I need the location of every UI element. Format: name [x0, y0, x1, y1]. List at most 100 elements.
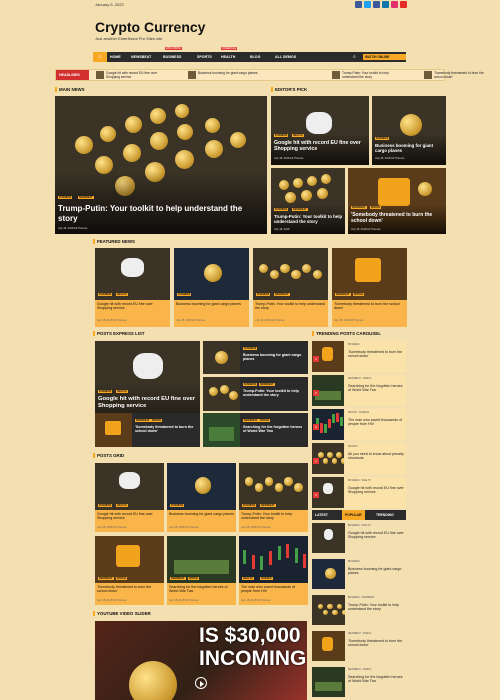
category-tag[interactable]: WORLD — [259, 419, 271, 422]
grid-card[interactable]: 'Somebody threatened to burn the school … — [95, 583, 164, 605]
search-icon[interactable]: ⌕ — [353, 52, 360, 62]
category-tag[interactable]: BUSINESS — [58, 196, 73, 199]
facebook-icon[interactable] — [355, 1, 362, 8]
latest-item[interactable]: BUSINESS Business booming for giant cargo… — [312, 559, 406, 589]
editors-pick-image[interactable] — [348, 168, 446, 234]
post-thumbnail[interactable] — [239, 536, 308, 583]
category-tag[interactable]: BUSINESS — [242, 504, 257, 507]
instagram-icon[interactable] — [391, 1, 398, 8]
category-tag[interactable]: HEALTH — [116, 504, 128, 507]
express-list-item[interactable]: NEWSBEAT WORLD Searching for the forgott… — [203, 413, 308, 447]
trending-item[interactable]: 3 HEALTH · SCIENCE The man who saved thous… — [312, 409, 406, 440]
category-tag[interactable]: NEWSBEAT — [98, 577, 114, 580]
trending-item[interactable]: 2 NEWSBEAT · WORLD Searching for the forgo… — [312, 375, 406, 406]
category-tag[interactable]: BUSINESS — [177, 293, 192, 296]
post-thumbnail[interactable] — [167, 463, 236, 510]
post-title[interactable]: Business booming for giant cargo planes — [169, 512, 234, 516]
category-tag[interactable]: NEWSBEAT — [135, 419, 151, 422]
post-title[interactable]: Trump-Putin: Your toolkit to help unders… — [243, 389, 305, 398]
category-tag[interactable]: WORLD — [353, 293, 365, 296]
category-tag[interactable]: SCIENCE — [260, 577, 273, 580]
play-icon[interactable] — [195, 677, 207, 689]
post-title[interactable]: Google hit with record EU fine over Shop… — [274, 140, 368, 152]
express-list-item[interactable]: BUSINESS NEWSBEAT Trump-Putin: Your tool… — [203, 377, 308, 411]
post-title[interactable]: 'Somebody threatened to burn the school … — [351, 212, 445, 224]
editors-pick-image[interactable] — [372, 96, 446, 165]
category-tag[interactable]: BUSINESS — [98, 390, 113, 393]
featured-card[interactable]: Business booming for giant cargo planes J… — [174, 300, 249, 327]
category-tag[interactable]: NEWSBEAT — [335, 293, 351, 296]
category-tag[interactable]: BUSINESS — [170, 504, 185, 507]
tab-latest[interactable]: LATEST — [315, 510, 328, 520]
post-title[interactable]: Trump-Putin: Your toolkit to help unders… — [241, 512, 306, 521]
watch-online-button[interactable]: WATCH ONLINE — [363, 54, 406, 60]
editors-pick-image[interactable] — [271, 96, 369, 165]
youtube-icon[interactable] — [400, 1, 407, 8]
post-title[interactable]: Business booming for giant cargo planes — [176, 302, 247, 306]
featured-card[interactable]: Trump-Putin: Your toolkit to help unders… — [253, 300, 328, 327]
nav-home[interactable]: HOME — [110, 52, 121, 62]
post-title[interactable]: Google hit with record EU fine over Shop… — [97, 512, 162, 521]
category-tag[interactable]: NEWSBEAT — [170, 577, 186, 580]
grid-card[interactable]: Google hit with record EU fine over Shop… — [95, 510, 164, 532]
featured-card[interactable]: Google hit with record EU fine over Shop… — [95, 300, 170, 327]
post-title[interactable]: Searching for the forgotten heroes of Wo… — [348, 384, 404, 393]
category-tag[interactable]: BUSINESS — [274, 134, 289, 137]
post-title[interactable]: Google hit with record EU fine over Shop… — [97, 302, 168, 311]
latest-item[interactable]: BUSINESS · NEWSBEAT Trump-Putin: Your too… — [312, 595, 406, 625]
grid-card[interactable]: Trump-Putin: Your toolkit to help unders… — [239, 510, 308, 532]
post-thumbnail[interactable] — [312, 559, 345, 589]
trending-item[interactable]: 5 BUSINESS · HEALTH Google hit with record… — [312, 477, 406, 508]
post-thumbnail[interactable] — [239, 463, 308, 510]
site-title[interactable]: Crypto Currency — [95, 19, 205, 35]
category-tag[interactable]: HEALTH — [242, 577, 254, 580]
post-thumbnail[interactable] — [312, 667, 345, 697]
post-title[interactable]: Trump-Putin: Your toolkit to help unders… — [255, 302, 326, 311]
nav-blog[interactable]: BLOG — [250, 52, 260, 62]
category-tag[interactable]: WORLD — [188, 577, 200, 580]
express-list-item[interactable]: BUSINESS Business booming for giant carg… — [203, 341, 308, 374]
nav-health[interactable]: HEALTH — [221, 52, 235, 62]
ticker-thumb[interactable] — [188, 71, 196, 79]
ticker-item[interactable]: Google hit with record EU fine over Shop… — [106, 71, 166, 79]
ticker-thumb[interactable] — [424, 71, 432, 79]
nav-sports[interactable]: SPORTS — [197, 52, 212, 62]
category-tag[interactable]: NEWSBEAT — [243, 419, 259, 422]
category-tag[interactable]: WORLD — [151, 419, 163, 422]
ticker-item[interactable]: Trump-Putin: Your toolkit to help unders… — [342, 71, 402, 79]
latest-item[interactable]: BUSINESS · HEALTH Google hit with record … — [312, 523, 406, 553]
tab-trending[interactable]: TRENDING — [376, 510, 394, 520]
tab-popular[interactable]: POPULAR — [342, 510, 365, 520]
latest-item[interactable]: NEWSBEAT · WORLD Searching for the forgot… — [312, 667, 406, 697]
category-tag[interactable]: BUSINESS — [375, 137, 390, 140]
featured-card[interactable]: 'Somebody threatened to burn the school … — [332, 300, 407, 327]
post-title[interactable]: Trump-Putin: Your toolkit to help unders… — [274, 214, 344, 224]
category-tag[interactable]: NEWSBEAT — [260, 504, 276, 507]
category-tag[interactable]: HEALTH — [116, 293, 128, 296]
nav-newsbeat[interactable]: NEWSBEAT — [131, 52, 151, 62]
home-icon[interactable]: ⌂ — [93, 52, 107, 62]
grid-card[interactable]: The man who saved thousands of people fr… — [239, 583, 308, 605]
twitter-icon[interactable] — [364, 1, 371, 8]
youtube-video-player[interactable]: IS $30,000 INCOMING? — [95, 621, 307, 700]
post-title[interactable]: The man who saved thousands of people fr… — [241, 585, 306, 594]
post-title[interactable]: Trump-Putin: Your toolkit to help unders… — [348, 603, 404, 612]
post-title[interactable]: 'Somebody threatened to burn the school … — [334, 302, 405, 311]
post-title[interactable]: Google hit with record EU fine over Shop… — [348, 531, 404, 540]
trending-item[interactable]: 1 BUSINESS 'Somebody threatened to burn th… — [312, 341, 406, 372]
category-tag[interactable]: BUSINESS — [243, 383, 258, 386]
category-tag[interactable]: BUSINESS — [98, 504, 113, 507]
category-tag[interactable]: WORLD — [116, 577, 128, 580]
post-thumbnail[interactable] — [167, 536, 236, 583]
post-thumbnail[interactable] — [312, 523, 345, 553]
category-tag[interactable]: BUSINESS — [274, 208, 289, 211]
ticker-item[interactable]: 'Somebody threatened to burn the school … — [434, 71, 492, 79]
post-title[interactable]: 'Somebody threatened to burn the school … — [97, 585, 162, 594]
post-thumbnail[interactable] — [312, 631, 345, 661]
post-title[interactable]: 'Somebody threatened to burn the school … — [135, 425, 197, 434]
category-tag[interactable]: HEALTH — [292, 134, 304, 137]
post-title[interactable]: All you need to know about penalty shoot… — [348, 452, 404, 461]
category-tag[interactable]: BUSINESS — [256, 293, 271, 296]
post-title[interactable]: Searching for the forgotten heroes of Wo… — [243, 425, 305, 434]
category-tag[interactable]: NEWSBEAT — [259, 383, 275, 386]
